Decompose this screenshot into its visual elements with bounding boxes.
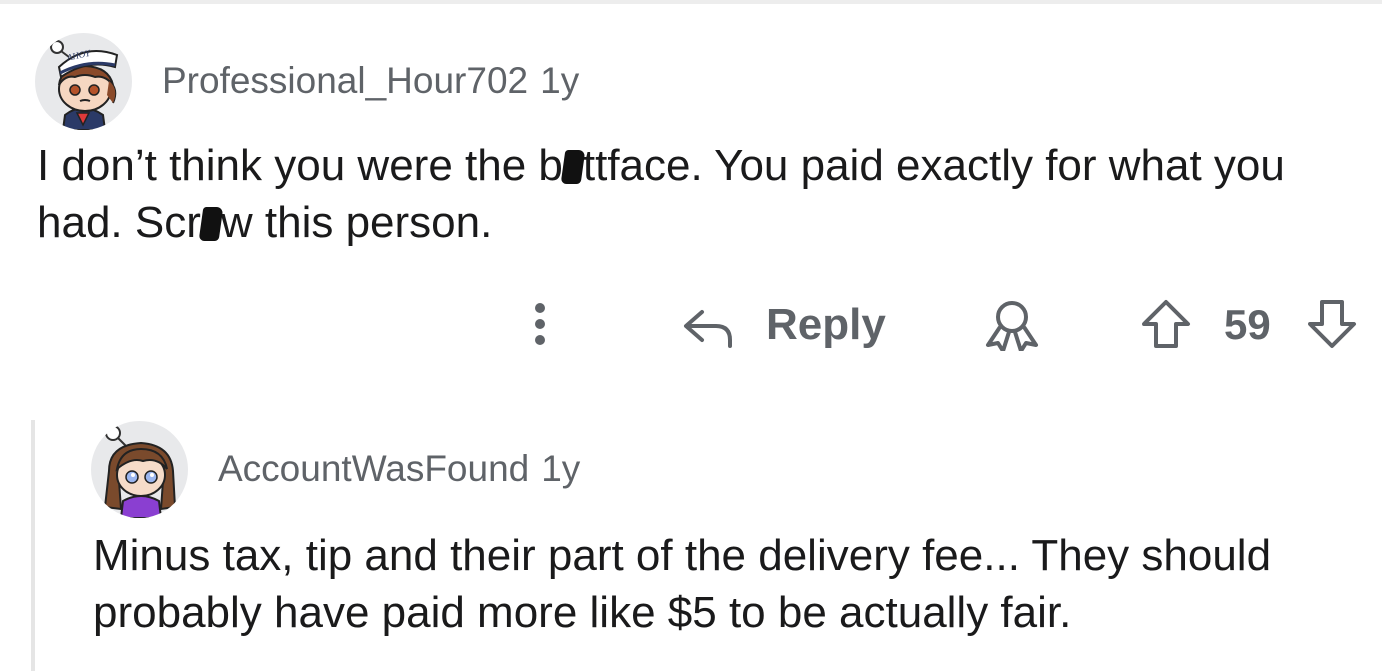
avatar[interactable] <box>91 421 188 518</box>
comment-header: AccountWasFound 1y <box>218 448 580 490</box>
comment-age: 1y <box>541 448 581 489</box>
brown-hair-snoo-avatar-icon <box>103 425 177 518</box>
comment-body: Minus tax, tip and their part of the del… <box>93 531 1272 637</box>
username[interactable]: AccountWasFound <box>218 448 529 490</box>
comment-reply: AccountWasFound 1y Minus tax, tip and th… <box>0 0 1382 671</box>
